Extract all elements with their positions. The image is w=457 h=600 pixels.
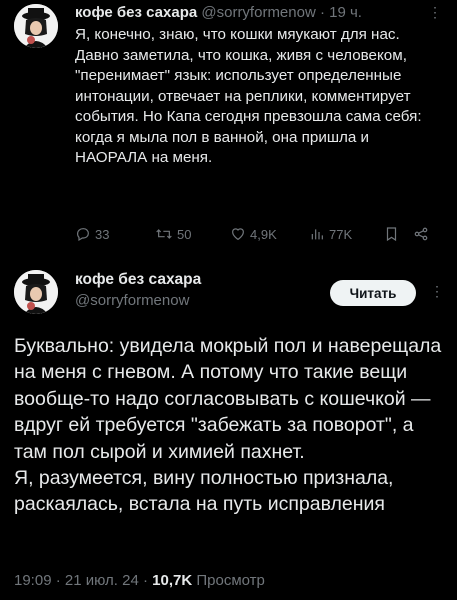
tweet-text: Буквально: увидела мокрый пол и навереща… (14, 335, 442, 516)
bar-chart-icon (311, 229, 323, 240)
author-handle[interactable]: @sorryformenow (75, 292, 189, 309)
author-name[interactable]: кофе без сахара (75, 4, 197, 21)
bookmark-button[interactable] (384, 226, 399, 242)
like-count: 4,9K (250, 226, 277, 242)
heart-icon (232, 228, 244, 241)
reply-count: 33 (95, 226, 110, 242)
reply-icon (77, 228, 89, 242)
views-count: 77K (329, 226, 353, 242)
tweet-actions: 33 50 4,9K 77K (75, 226, 437, 246)
bookmark-icon (386, 227, 397, 242)
avatar-illustration (14, 4, 58, 48)
author-handle[interactable]: @sorryformenow (201, 4, 315, 21)
meta-separator: · (55, 572, 61, 589)
tweet-time[interactable]: 19:09 (14, 572, 52, 589)
follow-button[interactable]: Читать (330, 280, 416, 306)
share-icon (414, 227, 428, 241)
views-label: Просмотр (196, 572, 265, 589)
tweet-metadata: 19:09 · 21 июл. 24 · 10,7K Просмотр (14, 572, 265, 589)
retweet-count: 50 (177, 226, 192, 242)
author-name[interactable]: кофе без сахара (75, 271, 201, 289)
author-avatar[interactable] (14, 4, 58, 48)
tweet-text: Я, конечно, знаю, что кошки мяукают для … (75, 26, 422, 166)
author-avatar[interactable] (14, 270, 58, 314)
avatar-illustration (14, 270, 58, 314)
like-button[interactable]: 4,9K (230, 226, 277, 242)
tweet-date[interactable]: 21 июл. 24 (65, 572, 139, 589)
header-separator: · (319, 4, 325, 21)
retweet-button[interactable]: 50 (155, 226, 191, 242)
more-options-icon[interactable]: ⋮ (428, 4, 442, 21)
tweet-time[interactable]: 19 ч. (329, 4, 362, 21)
more-options-icon[interactable]: ⋮ (430, 283, 444, 300)
share-button[interactable] (413, 226, 429, 242)
reply-button[interactable]: 33 (75, 226, 109, 242)
views-count: 10,7K (152, 572, 193, 589)
retweet-icon (156, 229, 172, 239)
views-button[interactable]: 77K (309, 226, 352, 242)
meta-separator: · (143, 572, 148, 589)
tweet-header: кофе без сахара @sorryformenow · 19 ч. (75, 4, 362, 21)
